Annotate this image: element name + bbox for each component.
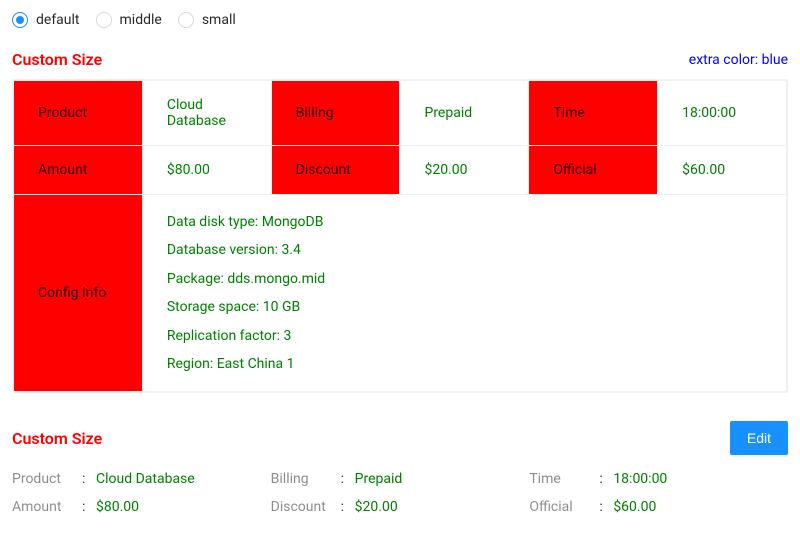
label-billing: Billing: [271, 81, 400, 146]
label2-product: Product: [12, 465, 82, 493]
size-radio-group: default middle small: [12, 12, 788, 28]
radio-option-middle[interactable]: middle: [96, 12, 162, 28]
radio-dot-icon: [96, 12, 112, 28]
colon-icon: :: [341, 465, 355, 493]
radio-label-small: small: [202, 12, 236, 28]
radio-dot-icon: [178, 12, 194, 28]
config-storage: Storage space: 10 GB: [167, 296, 762, 318]
value2-official: $60.00: [613, 493, 788, 521]
descriptions-title-2: Custom Size: [12, 429, 102, 448]
config-info-list: Data disk type: MongoDB Database version…: [167, 211, 762, 375]
label2-billing: Billing: [271, 465, 341, 493]
value-official: $60.00: [658, 146, 787, 195]
descriptions-title-1: Custom Size: [12, 50, 102, 69]
descriptions-extra-1: extra color: blue: [689, 52, 788, 68]
value-time: 18:00:00: [658, 81, 787, 146]
label-amount: Amount: [14, 146, 143, 195]
radio-label-default: default: [36, 12, 80, 28]
label-config: Config Info: [14, 195, 143, 392]
descriptions-header-2: Custom Size Edit: [12, 421, 788, 455]
colon-icon: :: [599, 493, 613, 521]
value2-time: 18:00:00: [613, 465, 788, 493]
radio-label-middle: middle: [120, 12, 162, 28]
value2-product: Cloud Database: [96, 465, 271, 493]
label2-time: Time: [529, 465, 599, 493]
config-package: Package: dds.mongo.mid: [167, 268, 762, 290]
value-discount: $20.00: [400, 146, 529, 195]
config-db-version: Database version: 3.4: [167, 239, 762, 261]
edit-button[interactable]: Edit: [730, 421, 788, 455]
label-discount: Discount: [271, 146, 400, 195]
colon-icon: :: [341, 493, 355, 521]
value2-billing: Prepaid: [355, 465, 530, 493]
value-billing: Prepaid: [400, 81, 529, 146]
radio-option-small[interactable]: small: [178, 12, 236, 28]
descriptions-table-1: Product Cloud Database Billing Prepaid T…: [13, 80, 787, 392]
config-data-disk: Data disk type: MongoDB: [167, 211, 762, 233]
descriptions-table-2: Product : Cloud Database Billing : Prepa…: [12, 465, 788, 521]
label-time: Time: [529, 81, 658, 146]
value-config: Data disk type: MongoDB Database version…: [142, 195, 786, 392]
config-replication: Replication factor: 3: [167, 325, 762, 347]
value-amount: $80.00: [142, 146, 271, 195]
value2-amount: $80.00: [96, 493, 271, 521]
label2-amount: Amount: [12, 493, 82, 521]
label-official: Official: [529, 146, 658, 195]
colon-icon: :: [599, 465, 613, 493]
label2-discount: Discount: [271, 493, 341, 521]
descriptions-block-1: Product Cloud Database Billing Prepaid T…: [12, 79, 788, 393]
colon-icon: :: [82, 493, 96, 521]
value2-discount: $20.00: [355, 493, 530, 521]
value-product: Cloud Database: [142, 81, 271, 146]
descriptions-header-1: Custom Size extra color: blue: [12, 40, 788, 79]
label-product: Product: [14, 81, 143, 146]
radio-dot-icon: [12, 12, 28, 28]
colon-icon: :: [82, 465, 96, 493]
radio-option-default[interactable]: default: [12, 12, 80, 28]
config-region: Region: East China 1: [167, 353, 762, 375]
label2-official: Official: [529, 493, 599, 521]
